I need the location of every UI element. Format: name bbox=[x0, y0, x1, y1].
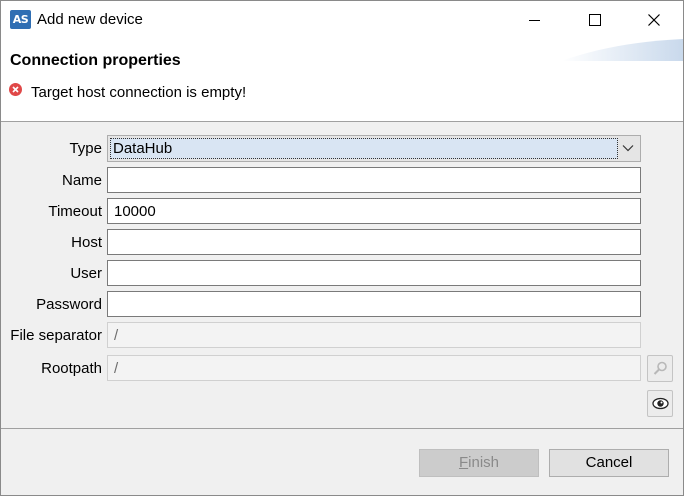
header-banner-graphic bbox=[561, 39, 683, 61]
page-title: Connection properties bbox=[10, 52, 181, 69]
password-label: Password bbox=[36, 296, 102, 313]
footer-divider bbox=[1, 428, 683, 429]
error-message: Target host connection is empty! bbox=[31, 84, 247, 101]
user-input[interactable] bbox=[107, 260, 641, 286]
file-separator-input bbox=[107, 322, 641, 348]
name-label: Name bbox=[61, 172, 102, 189]
type-select[interactable]: DataHub bbox=[107, 135, 641, 162]
cancel-button[interactable]: Cancel bbox=[549, 449, 669, 477]
host-label: Host bbox=[71, 234, 102, 251]
header-divider bbox=[1, 121, 683, 122]
close-icon bbox=[648, 14, 660, 26]
timeout-label: Timeout bbox=[48, 203, 102, 220]
name-input[interactable] bbox=[107, 167, 641, 193]
finish-mnemonic: F bbox=[458, 454, 469, 471]
show-password-button[interactable] bbox=[647, 390, 673, 417]
password-input[interactable] bbox=[107, 291, 641, 317]
error-icon bbox=[9, 83, 22, 96]
wizard-header: Connection properties Target host connec… bbox=[1, 39, 683, 121]
type-select-value: DataHub bbox=[110, 138, 618, 159]
title-bar: AS Add new device bbox=[1, 1, 683, 39]
user-label: User bbox=[70, 265, 102, 282]
finish-label: inish bbox=[468, 454, 500, 471]
type-label: Type bbox=[69, 140, 102, 157]
chevron-down-icon bbox=[622, 145, 634, 152]
minimize-button[interactable] bbox=[506, 1, 564, 39]
eye-icon bbox=[652, 397, 669, 410]
window-title: Add new device bbox=[37, 11, 143, 28]
app-icon: AS bbox=[10, 10, 31, 29]
browse-rootpath-button[interactable] bbox=[647, 355, 673, 382]
finish-button[interactable]: Finish bbox=[419, 449, 539, 477]
host-input[interactable] bbox=[107, 229, 641, 255]
add-device-dialog: AS Add new device Connection properties bbox=[0, 0, 684, 496]
close-button[interactable] bbox=[624, 1, 682, 39]
maximize-button[interactable] bbox=[565, 1, 623, 39]
timeout-input[interactable] bbox=[107, 198, 641, 224]
search-icon bbox=[653, 361, 667, 375]
rootpath-label: Rootpath bbox=[41, 360, 102, 377]
rootpath-input bbox=[107, 355, 641, 381]
file-separator-label: File separator bbox=[10, 327, 102, 344]
